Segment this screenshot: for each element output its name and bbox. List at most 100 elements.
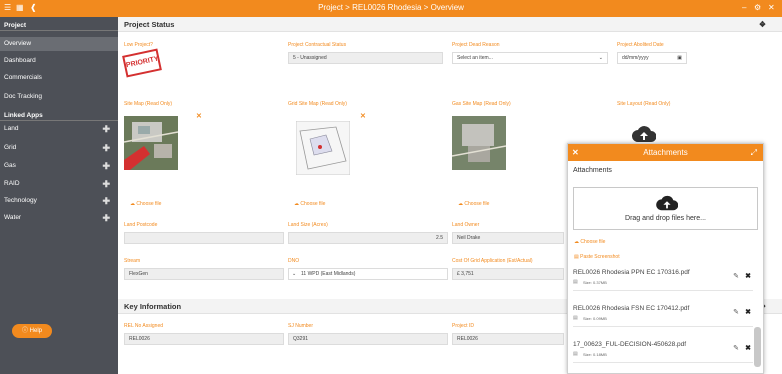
abolished-date-input[interactable]: dd/mm/yyyy ▣: [617, 52, 687, 64]
stream-field[interactable]: FlexGen: [124, 268, 284, 280]
grid-cost-label: Cost Of Grid Application (Est/Actual): [452, 258, 533, 264]
choose-file-site-map[interactable]: ☁ Choose file: [130, 201, 161, 207]
site-layout-label: Site Layout (Read Only): [617, 101, 671, 107]
land-size-label: Land Size (Acres): [288, 222, 328, 228]
sidebar-item-dashboard[interactable]: Dashboard: [0, 54, 118, 68]
abolished-date-label: Project Abolited Date: [617, 42, 664, 48]
rel-no-label: REL No Assigned: [124, 323, 164, 329]
sidebar-item-label: Grid: [4, 144, 17, 151]
sidebar-item-label: Water: [4, 214, 22, 221]
upload-icon: ☁: [574, 239, 579, 245]
drop-zone[interactable]: Drag and drop files here...: [573, 187, 758, 230]
cloud-upload-icon: [632, 126, 656, 142]
priority-stamp: PRIORITY: [122, 48, 162, 78]
cloud-upload-icon: [656, 195, 678, 211]
sidebar-item-commercials[interactable]: Commercials: [0, 71, 118, 85]
sidebar-item-gas[interactable]: Gas ✚: [0, 159, 118, 173]
land-postcode-label: Land Postcode: [124, 222, 158, 228]
help-icon: ⓘ: [21, 328, 28, 334]
file-size: Size: 0.37MB: [583, 280, 607, 285]
document-icon: ▤: [573, 351, 578, 357]
attachments-header: ✕ Attachments ⤢: [568, 144, 763, 161]
plus-icon[interactable]: ✚: [102, 159, 110, 173]
dead-reason-label: Project Dead Reason: [452, 42, 500, 48]
site-map-image: [124, 116, 178, 170]
project-status-heading: Project Status ❖: [118, 17, 782, 32]
upload-icon: ☁: [294, 201, 299, 207]
sidebar-item-technology[interactable]: Technology ✚: [0, 194, 118, 208]
sidebar-item-raid[interactable]: RAID ✚: [0, 177, 118, 191]
calendar-icon[interactable]: ▣: [677, 53, 682, 63]
document-icon: ▤: [573, 279, 578, 285]
attachment-item[interactable]: REL0026 Rhodesia FSN EC 170412.pdf ▤ Siz…: [573, 302, 753, 327]
file-name: REL0026 Rhodesia FSN EC 170412.pdf: [573, 305, 690, 312]
scrollbar[interactable]: [754, 327, 761, 367]
plus-icon[interactable]: ✚: [102, 194, 110, 208]
paste-screenshot-button[interactable]: ▤ Paste Screenshot: [574, 254, 620, 260]
chevron-down-icon: ⌄: [292, 271, 297, 277]
site-map-label: Site Map (Read Only): [124, 101, 173, 107]
gas-map-image: [452, 116, 506, 170]
gas-map-label: Gas Site Map (Read Only): [452, 101, 511, 107]
choose-file-gas-map[interactable]: ☁ Choose file: [458, 201, 489, 207]
sidebar-item-water[interactable]: Water ✚: [0, 211, 118, 225]
land-postcode-field[interactable]: [124, 232, 284, 244]
settings-icon[interactable]: ⚙: [754, 3, 761, 12]
contract-status-label: Project Contractual Status: [288, 42, 347, 48]
plus-icon[interactable]: ✚: [102, 122, 110, 136]
expand-icon[interactable]: ⤢: [751, 144, 757, 161]
sidebar-item-label: Technology: [4, 197, 37, 204]
remove-grid-map-icon[interactable]: ✕: [360, 112, 366, 120]
contract-status-field[interactable]: 5 - Unassigned: [288, 52, 443, 64]
sidebar-heading-linked-apps: Linked Apps: [0, 111, 118, 121]
upload-icon: ☁: [130, 201, 135, 207]
file-name: REL0026 Rhodesia PPN EC 170316.pdf: [573, 269, 690, 276]
land-owner-label: Land Owner: [452, 222, 480, 228]
project-id-label: Project ID: [452, 323, 474, 329]
grid-cost-field[interactable]: £ 3,751: [452, 268, 564, 280]
file-size: Size: 0.09MB: [583, 316, 607, 321]
delete-icon[interactable]: ✖: [745, 344, 751, 352]
sj-number-label: SJ Number: [288, 323, 314, 329]
file-name: 17_00623_FUL-DECISION-450628.pdf: [573, 341, 687, 348]
low-project-label: Low Project?: [124, 42, 153, 48]
stream-label: Stream: [124, 258, 141, 264]
delete-icon[interactable]: ✖: [745, 308, 751, 316]
dno-select[interactable]: ⌄ 11 WPD (East Midlands): [288, 268, 448, 280]
plus-icon[interactable]: ✚: [102, 141, 110, 155]
info-icon[interactable]: ❖: [759, 17, 766, 32]
choose-file-button[interactable]: ☁ Choose file: [574, 239, 605, 245]
edit-icon[interactable]: ✎: [733, 308, 739, 316]
dead-reason-select[interactable]: Select an item... ⌄: [452, 52, 608, 64]
plus-icon[interactable]: ✚: [102, 211, 110, 225]
sidebar-item-label: Gas: [4, 162, 16, 169]
drop-zone-text: Drag and drop files here...: [625, 215, 706, 222]
remove-site-map-icon[interactable]: ✕: [196, 112, 202, 120]
plus-icon[interactable]: ✚: [102, 177, 110, 191]
minimize-icon[interactable]: –: [742, 3, 746, 12]
rel-no-field[interactable]: REL0026: [124, 333, 284, 345]
sidebar-item-grid[interactable]: Grid ✚: [0, 141, 118, 155]
delete-icon[interactable]: ✖: [745, 272, 751, 280]
grid-map-image: [296, 121, 350, 175]
attachment-item[interactable]: REL0026 Rhodesia PPN EC 170316.pdf ▤ Siz…: [573, 266, 753, 291]
sj-number-field[interactable]: Q3291: [288, 333, 448, 345]
sidebar-item-land[interactable]: Land ✚: [0, 122, 118, 136]
land-size-field[interactable]: 2.5: [288, 232, 448, 244]
top-bar: ☰ ▦ ❰ Project > REL0026 Rhodesia > Overv…: [0, 0, 782, 17]
dno-label: DNO: [288, 258, 300, 264]
attachment-item[interactable]: 17_00623_FUL-DECISION-450628.pdf ▤ Size:…: [573, 338, 753, 363]
land-owner-field[interactable]: Neil Drake: [452, 232, 564, 244]
project-id-field[interactable]: REL0026: [452, 333, 564, 345]
breadcrumb-title: Project > REL0026 Rhodesia > Overview: [318, 3, 464, 12]
help-button[interactable]: ⓘ Help: [12, 324, 52, 338]
edit-icon[interactable]: ✎: [733, 272, 739, 280]
grid-map-label: Grid Site Map (Read Only): [288, 101, 347, 107]
sidebar-item-overview[interactable]: Overview: [0, 37, 118, 51]
edit-icon[interactable]: ✎: [733, 344, 739, 352]
sidebar-item-doc-tracking[interactable]: Doc Tracking: [0, 90, 118, 104]
chevron-down-icon: ⌄: [598, 55, 603, 61]
choose-file-grid-map[interactable]: ☁ Choose file: [294, 201, 325, 207]
close-icon[interactable]: ✕: [572, 144, 579, 161]
close-icon[interactable]: ✕: [768, 3, 775, 12]
